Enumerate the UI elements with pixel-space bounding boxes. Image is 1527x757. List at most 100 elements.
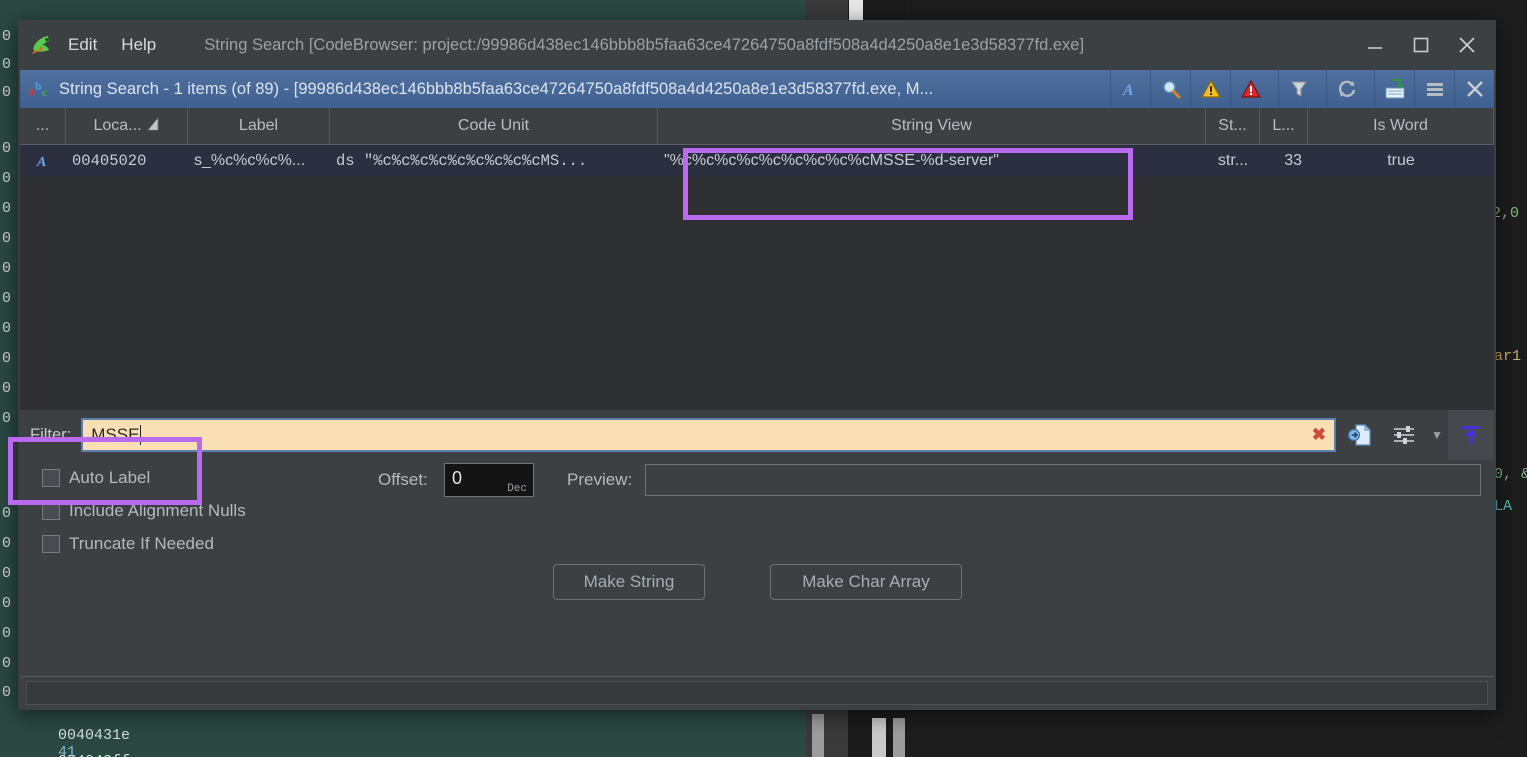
- menu-edit[interactable]: Edit: [58, 31, 107, 59]
- cell-length[interactable]: 33: [1260, 152, 1308, 170]
- preview-field[interactable]: [645, 464, 1481, 496]
- checkbox-box[interactable]: [42, 502, 60, 520]
- window-title: String Search [CodeBrowser: project:/999…: [204, 35, 1085, 54]
- filter-input-value: MSSE: [91, 425, 140, 444]
- maximize-button[interactable]: [1398, 20, 1444, 70]
- checkbox-label: Include Alignment Nulls: [69, 501, 246, 520]
- panel-title: String Search - 1 items (of 89) - [99986…: [59, 79, 934, 98]
- column-header-location[interactable]: Loca...: [66, 108, 188, 144]
- svg-text:c: c: [42, 85, 48, 99]
- svg-text:A: A: [1122, 82, 1134, 99]
- clear-filter-x-icon[interactable]: ✖: [1312, 425, 1326, 445]
- column-header-marker[interactable]: ...: [20, 108, 66, 144]
- column-header-is_word[interactable]: Is Word: [1308, 108, 1494, 144]
- ghidra-dragon-icon: [28, 31, 56, 59]
- string-search-window: Edit Help String Search [CodeBrowser: pr…: [18, 20, 1496, 710]
- column-header-length[interactable]: L...: [1260, 108, 1308, 144]
- column-header-label: Is Word: [1373, 117, 1428, 134]
- offset-value: 0: [452, 468, 463, 488]
- cell-text: ds "%c%c%c%c%c%c%c%c%cMS...: [336, 152, 588, 170]
- cell-string_type[interactable]: str...: [1206, 152, 1260, 170]
- filter-options-page-icon[interactable]: [1338, 413, 1382, 457]
- column-header-string_type[interactable]: St...: [1206, 108, 1260, 144]
- svg-text:b: b: [35, 79, 42, 93]
- make-string-button[interactable]: Make String: [553, 564, 705, 600]
- overview-marker-light[interactable]: [872, 718, 886, 757]
- preview-label: Preview:: [567, 470, 633, 489]
- filter-bar: Filter: MSSE ✖ ▼: [20, 410, 1494, 460]
- error-triangle-red-icon[interactable]: [1230, 70, 1270, 108]
- offset-field[interactable]: 0 Dec: [444, 463, 534, 497]
- table-body[interactable]: A 00405020 s_%c%c%c%... ds "%c%c%c%c%c%c%c%…: [20, 145, 1494, 177]
- cell-is_word[interactable]: true: [1308, 152, 1494, 170]
- listing-gutter-zeros: 0 0 0 0 0 0 0 0 0 0 0 0 0 0 0 0 0 0 0 0: [2, 28, 12, 701]
- checkbox-label: Truncate If Needed: [69, 534, 214, 553]
- listing-scrollbar-thumb[interactable]: [812, 714, 824, 757]
- options-area: Auto Label Include Alignment Nulls Trunc…: [20, 460, 1494, 676]
- cell-marker[interactable]: A: [20, 152, 66, 170]
- cell-text: 33: [1284, 152, 1302, 169]
- table-row[interactable]: A 00405020 s_%c%c%c%... ds "%c%c%c%c%c%c%c%…: [20, 145, 1494, 177]
- cell-text: 00405020: [72, 152, 147, 170]
- filter-input[interactable]: MSSE ✖: [81, 418, 1336, 452]
- column-header-label: Code Unit: [457, 117, 530, 134]
- save-table-icon[interactable]: [1374, 70, 1414, 108]
- warning-triangle-yellow-icon[interactable]: [1190, 70, 1230, 108]
- column-header-string_view[interactable]: String View: [658, 108, 1206, 144]
- offset-label: Offset:: [378, 470, 428, 489]
- sort-ascending-icon: [146, 116, 160, 137]
- collapse-panel-up-arrow-icon[interactable]: [1448, 410, 1494, 460]
- window-controls: [1352, 20, 1496, 70]
- cell-text: s_%c%c%c%...: [194, 152, 306, 169]
- overview-marker-white[interactable]: [849, 0, 863, 20]
- cell-text: str...: [1217, 152, 1249, 169]
- toolbar-separator: [1366, 70, 1374, 108]
- toolbar-separator: [1318, 70, 1326, 108]
- checkbox-include-alignment-nulls[interactable]: Include Alignment Nulls: [42, 501, 246, 521]
- decompiler-fragment: LA: [1494, 498, 1513, 515]
- table-header-row: ... Loca... Label Code Unit String View St...…: [20, 108, 1494, 145]
- panel-titlebar[interactable]: a b c String Search - 1 items (of 89) - …: [20, 70, 1494, 108]
- close-button[interactable]: [1444, 20, 1490, 70]
- text-caret: [140, 425, 142, 445]
- cell-text: "%c%c%c%c%c%c%c%c%cMSSE-%d-server": [664, 152, 999, 169]
- string-results-table[interactable]: ... Loca... Label Code Unit String View St...…: [20, 108, 1494, 426]
- column-header-label: String View: [891, 117, 972, 134]
- svg-text:A: A: [36, 155, 46, 170]
- cell-text: true: [1387, 152, 1415, 169]
- decompiler-fragment: 0, &: [1494, 466, 1527, 483]
- column-header-label[interactable]: Label: [188, 108, 330, 144]
- checkbox-box[interactable]: [42, 535, 60, 553]
- decompiler-fragment: 2,0: [1492, 205, 1520, 222]
- refresh-icon[interactable]: [1326, 70, 1366, 108]
- cell-label[interactable]: s_%c%c%c%...: [188, 152, 330, 170]
- panel-close-icon[interactable]: [1454, 70, 1494, 108]
- filter-dropdown-chevron-icon[interactable]: ▼: [1426, 428, 1448, 442]
- checkbox-box[interactable]: [42, 469, 60, 487]
- checkbox-truncate-if-needed[interactable]: Truncate If Needed: [42, 534, 214, 554]
- cell-code_unit[interactable]: ds "%c%c%c%c%c%c%c%c%cMS...: [330, 152, 658, 170]
- column-header-label: ...: [35, 117, 50, 134]
- column-header-label: Label: [238, 117, 279, 134]
- column-header-label: L...: [1272, 117, 1295, 134]
- column-header-label: St...: [1218, 117, 1247, 134]
- search-magnifier-icon[interactable]: [1150, 70, 1190, 108]
- checkbox-auto-label[interactable]: Auto Label: [42, 468, 150, 488]
- cell-location[interactable]: 00405020: [66, 152, 188, 170]
- make-char-array-button[interactable]: Make Char Array: [770, 564, 962, 600]
- filter-funnel-icon[interactable]: [1278, 70, 1318, 108]
- column-header-code_unit[interactable]: Code Unit: [330, 108, 658, 144]
- cell-string_view[interactable]: "%c%c%c%c%c%c%c%c%cMSSE-%d-server": [658, 152, 1206, 170]
- minimize-button[interactable]: [1352, 20, 1398, 70]
- toggle-string-display-icon[interactable]: A: [1110, 70, 1150, 108]
- overview-marker-gray[interactable]: [893, 718, 905, 757]
- filter-label: Filter:: [30, 425, 72, 444]
- menu-help[interactable]: Help: [111, 31, 166, 59]
- table-empty-area[interactable]: [20, 177, 1494, 426]
- status-bar: [20, 676, 1494, 709]
- menu-hamburger-icon[interactable]: [1414, 70, 1454, 108]
- status-message: [26, 681, 1488, 705]
- decompiler-fragment: ar1: [1494, 348, 1522, 365]
- window-titlebar[interactable]: Edit Help String Search [CodeBrowser: pr…: [18, 20, 1496, 70]
- filter-settings-sliders-icon[interactable]: [1382, 413, 1426, 457]
